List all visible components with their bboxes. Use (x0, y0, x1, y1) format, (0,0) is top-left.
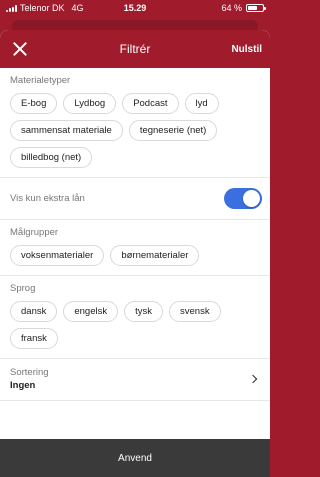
chip-voksenmaterialer[interactable]: voksenmaterialer (10, 245, 105, 266)
section-languages: Sprog dansk engelsk tysk svensk fransk (0, 276, 270, 359)
chip-podcast[interactable]: Podcast (122, 93, 179, 114)
sorting-label: Sortering (10, 367, 49, 378)
page-title: Filtrér (119, 42, 151, 56)
chip-tysk[interactable]: tysk (124, 301, 163, 322)
battery-fill (248, 6, 257, 10)
reset-button[interactable]: Nulstil (231, 44, 262, 55)
status-right: 64 % (194, 3, 266, 13)
status-time: 15.29 (123, 3, 147, 13)
chip-svensk[interactable]: svensk (169, 301, 221, 322)
chip-fransk[interactable]: fransk (10, 328, 58, 349)
filter-sheet: Filtrér Nulstil Materialetyper E-bog Lyd… (0, 30, 270, 477)
chip-tegneserie[interactable]: tegneserie (net) (128, 120, 218, 141)
toggle-knob (243, 190, 260, 207)
section-label: Materialetyper (10, 75, 71, 86)
extra-loans-row: Vis kun ekstra lån (0, 178, 270, 220)
extra-loans-label: Vis kun ekstra lån (10, 193, 85, 204)
signal-icon (6, 4, 17, 12)
battery-percent: 64 % (221, 3, 242, 13)
carrier-name: Telenor DK (20, 3, 65, 13)
chip-billedbog[interactable]: billedbog (net) (10, 147, 93, 168)
sorting-row[interactable]: Sortering Ingen (0, 359, 270, 401)
chip-sammensat-materiale[interactable]: sammensat materiale (10, 120, 123, 141)
chip-e-bog[interactable]: E-bog (10, 93, 58, 114)
chip-boernematerialer[interactable]: børnematerialer (110, 245, 200, 266)
close-icon[interactable] (12, 41, 28, 57)
chip-engelsk[interactable]: engelsk (63, 301, 119, 322)
apply-button[interactable]: Anvend (0, 439, 270, 477)
section-label: Sprog (10, 283, 36, 294)
section-material-types: Materialetyper E-bog Lydbog Podcast lyd … (0, 68, 270, 178)
status-bar: Telenor DK 4G 15.29 64 % (0, 0, 270, 16)
chip-lyd[interactable]: lyd (184, 93, 219, 114)
sorting-value: Ingen (10, 380, 36, 391)
language-chips: dansk engelsk tysk svensk fransk (10, 301, 262, 349)
section-audiences: Målgrupper voksenmaterialer børnemateria… (0, 220, 270, 276)
chevron-right-icon (248, 374, 258, 384)
chip-dansk[interactable]: dansk (10, 301, 58, 322)
filter-header: Filtrér Nulstil (0, 30, 270, 68)
section-label: Målgrupper (10, 227, 59, 238)
battery-icon (246, 4, 266, 12)
audience-chips: voksenmaterialer børnematerialer (10, 245, 262, 266)
chip-lydbog[interactable]: Lydbog (63, 93, 117, 114)
material-type-chips: E-bog Lydbog Podcast lyd sammensat mater… (10, 93, 262, 168)
sorting-text: Sortering Ingen (10, 367, 49, 391)
extra-loans-toggle[interactable] (224, 188, 262, 209)
